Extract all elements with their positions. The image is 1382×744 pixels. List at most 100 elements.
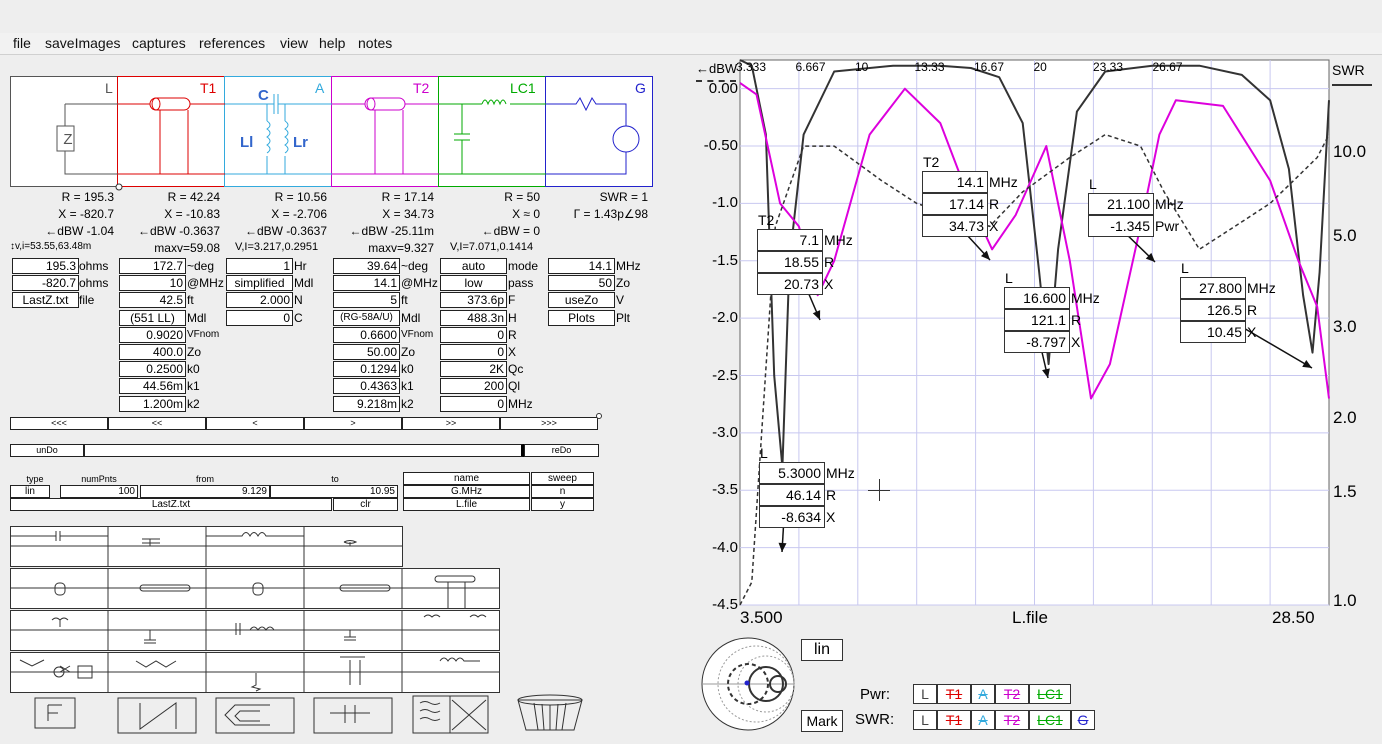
sweep-name-field[interactable]: G.MHz	[403, 485, 530, 498]
sweep-type-header: type	[26, 474, 44, 484]
colA-label-2: N	[294, 293, 303, 308]
colA-value-2[interactable]: 2.000	[226, 292, 293, 309]
colLC-label-0: mode	[508, 259, 539, 273]
colT1-value-4[interactable]: 0.9020	[119, 326, 186, 343]
history-slider[interactable]	[84, 444, 524, 457]
menu-references[interactable]: references	[199, 35, 265, 51]
colT1-value-7[interactable]: 44.56m	[119, 378, 186, 395]
colA-value-0[interactable]: 1	[226, 258, 293, 274]
x-top-tick-0: 3.333	[736, 60, 767, 74]
nav-handle[interactable]	[596, 413, 602, 419]
colA-value-1[interactable]: simplified	[226, 275, 293, 292]
menu-save-images[interactable]: saveImages	[45, 35, 120, 51]
readout-3-3: maxv=9.327	[368, 241, 434, 255]
swr-toggle-g[interactable]: G	[1071, 710, 1095, 730]
menu-notes[interactable]: notes	[358, 35, 392, 51]
readout-5-1: Γ = 1.43p∠98	[573, 207, 648, 221]
sweep-clear-button[interactable]: clr	[333, 498, 398, 511]
colT1-value-8[interactable]: 1.200m	[119, 395, 186, 412]
colLC-value-6[interactable]: 2K	[440, 361, 507, 378]
colG-value-2[interactable]: useZo	[548, 292, 615, 309]
nav-button-4[interactable]: >>	[402, 417, 500, 430]
nav-button-0[interactable]: <<<	[10, 417, 108, 430]
pwr-toggle-l[interactable]: L	[913, 684, 937, 704]
sweep-name-header: name	[403, 472, 530, 485]
sweep-numpnts-field[interactable]: 100	[60, 485, 138, 498]
colT2-value-3[interactable]: (RG-58A/U)	[333, 309, 400, 326]
colT1-value-1[interactable]: 10	[119, 275, 186, 292]
colG-value-3[interactable]: Plots	[548, 309, 615, 326]
colT1-value-5[interactable]: 400.0	[119, 344, 186, 360]
colT2-label-2: ft	[401, 293, 408, 308]
colLC-value-8[interactable]: 0	[440, 395, 507, 412]
redo-button[interactable]: reDo	[524, 444, 599, 457]
sweep-flag-1[interactable]: n	[531, 485, 594, 498]
x-top-tick-6: 23.33	[1093, 60, 1124, 74]
swr-toggle-t2[interactable]: T2	[995, 710, 1029, 730]
colT2-value-6[interactable]: 0.1294	[333, 361, 400, 378]
pwr-toggle-a[interactable]: A	[971, 684, 995, 704]
colG-value-1[interactable]: 50	[548, 275, 615, 292]
component-palette[interactable]	[10, 525, 610, 740]
colT1-value-0[interactable]: 172.7	[119, 258, 186, 274]
menu-view[interactable]: view	[280, 35, 308, 51]
colG-value-0[interactable]: 14.1	[548, 258, 615, 274]
menu-help[interactable]: help	[319, 35, 345, 51]
colLC-value-0[interactable]: auto	[440, 258, 507, 274]
smith-chart[interactable]	[700, 636, 796, 732]
swr-toggle-a[interactable]: A	[971, 710, 995, 730]
colLC-value-5[interactable]: 0	[440, 344, 507, 360]
pwr-toggle-t1[interactable]: T1	[937, 684, 971, 704]
colT1-value-3[interactable]: (551 LL)	[119, 309, 186, 326]
swr-toggle-l[interactable]: L	[913, 710, 937, 730]
colT2-value-2[interactable]: 5	[333, 292, 400, 309]
colL-file-field[interactable]: LastZ.txt	[12, 292, 79, 309]
colA-value-3[interactable]: 0	[226, 309, 293, 326]
colT1-value-2[interactable]: 42.5	[119, 292, 186, 309]
colT2-value-4[interactable]: 0.6600	[333, 326, 400, 343]
menu-captures[interactable]: captures	[132, 35, 186, 51]
colT2-value-0[interactable]: 39.64	[333, 258, 400, 274]
undo-button[interactable]: unDo	[10, 444, 84, 457]
colA-label-0: Hr	[294, 259, 307, 273]
nav-button-2[interactable]: <	[206, 417, 304, 430]
y-right-tick-5: 1.0	[1333, 591, 1357, 610]
menu-file[interactable]: file	[13, 35, 31, 51]
sweep-from-header: from	[196, 474, 214, 484]
scale-lin-button[interactable]: lin	[801, 639, 843, 661]
sweep-to-field[interactable]: 10.95	[270, 485, 398, 498]
nav-button-5[interactable]: >>>	[500, 417, 598, 430]
colT2-value-1[interactable]: 14.1	[333, 275, 400, 292]
colLC-value-7[interactable]: 200	[440, 378, 507, 395]
sweep-lfile-field[interactable]: L.file	[403, 498, 530, 511]
swr-toggle-t1[interactable]: T1	[937, 710, 971, 730]
pwr-toggle-lc1[interactable]: LC1	[1029, 684, 1071, 704]
annotation-value-0-0: 7.1	[757, 229, 823, 251]
sweep-from-field[interactable]: 9.129	[140, 485, 270, 498]
colLC-value-2[interactable]: 373.6p	[440, 292, 507, 309]
colL-value-0[interactable]: 195.3	[12, 258, 79, 274]
pwr-toggle-t2[interactable]: T2	[995, 684, 1029, 704]
x-top-tick-5: 20	[1033, 60, 1047, 74]
sweep-flag-2[interactable]: y	[531, 498, 594, 511]
sweep-type-field[interactable]: lin	[10, 485, 50, 498]
swr-toggle-lc1[interactable]: LC1	[1029, 710, 1071, 730]
colT2-value-8[interactable]: 9.218m	[333, 395, 400, 412]
annotation-value-1-0: 14.1	[922, 171, 988, 193]
readout-0-3: ↕v,i=53.55,63.48m	[10, 241, 92, 252]
nav-button-3[interactable]: >	[304, 417, 402, 430]
nav-button-1[interactable]: <<	[108, 417, 206, 430]
colT2-value-7[interactable]: 0.4363	[333, 378, 400, 395]
colLC-value-1[interactable]: low	[440, 275, 507, 292]
colT2-value-5[interactable]: 50.00	[333, 344, 400, 360]
readout-1-3: maxv=59.08	[154, 241, 220, 255]
dbw-axis-label: ←dBW	[696, 61, 738, 76]
transformer-block-icon	[313, 697, 393, 734]
circuit-schematic[interactable]: Z C Ll Lr L T1 A T2 LC1 G	[10, 76, 654, 192]
mark-button[interactable]: Mark	[801, 710, 843, 732]
colL-value-1[interactable]: -820.7	[12, 275, 79, 292]
colT1-value-6[interactable]: 0.2500	[119, 361, 186, 378]
colLC-value-4[interactable]: 0	[440, 326, 507, 343]
sweep-file-field[interactable]: LastZ.txt	[10, 498, 332, 511]
colLC-value-3[interactable]: 488.3n	[440, 309, 507, 326]
